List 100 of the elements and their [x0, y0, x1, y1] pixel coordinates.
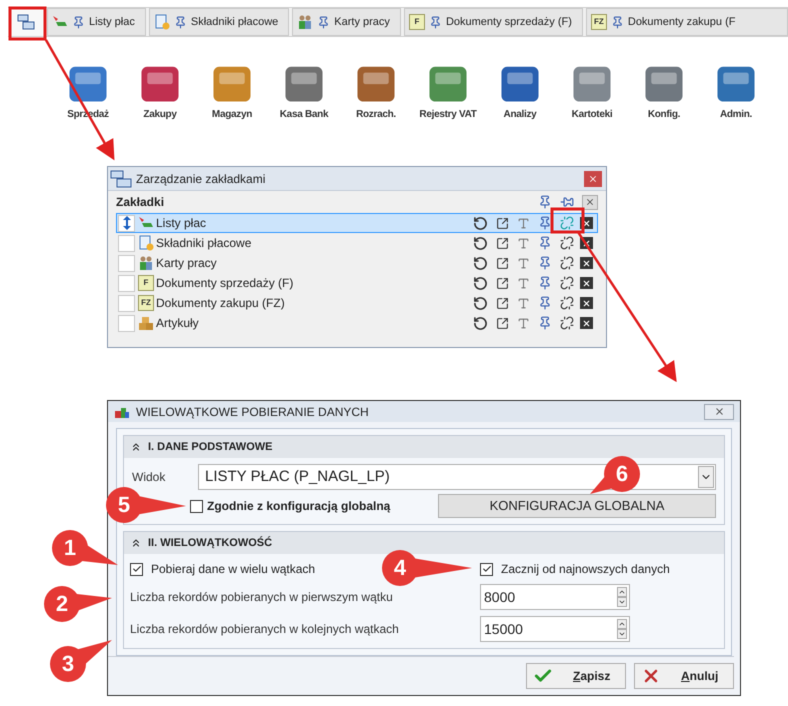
highlight-frame [550, 208, 584, 234]
number-field[interactable]: 8000 [480, 584, 630, 610]
bookmark-row[interactable]: F Dokumenty sprzedaży (F) [116, 273, 598, 293]
refresh-icon[interactable] [473, 236, 488, 250]
window-icon[interactable] [496, 256, 509, 270]
bookmark-label: Listy płac [156, 215, 208, 232]
number-field[interactable]: 15000 [480, 616, 630, 642]
remove-button[interactable] [580, 277, 593, 289]
callout-marker [50, 640, 112, 682]
refresh-icon[interactable] [473, 316, 488, 330]
letter-icon: FZ [590, 14, 607, 30]
checkbox[interactable] [130, 562, 143, 576]
font-icon[interactable] [517, 296, 530, 310]
spin-up-icon[interactable] [617, 587, 627, 597]
module-label[interactable]: Analizy [504, 107, 536, 122]
global-config-button[interactable]: KONFIGURACJA GLOBALNA [438, 494, 716, 518]
window-title: Zarządzanie zakładkami [136, 170, 266, 188]
bookmark-label: Składniki płacowe [156, 235, 252, 252]
spin-down-icon[interactable] [617, 629, 627, 639]
tab[interactable]: Karty pracy [292, 8, 401, 36]
font-icon[interactable] [517, 216, 530, 230]
pin-icon[interactable] [538, 236, 552, 250]
unlink-icon[interactable] [560, 236, 574, 250]
refresh-icon[interactable] [473, 296, 488, 310]
tab[interactable]: Składniki płacowe [148, 8, 290, 36]
font-icon[interactable] [517, 256, 530, 270]
spin-up-icon[interactable] [617, 619, 627, 629]
pin-icon [174, 16, 187, 28]
checkbox-label: Zacznij od najnowszych danych [501, 561, 670, 578]
window-icon[interactable] [496, 316, 509, 330]
unlink-icon[interactable] [560, 256, 574, 270]
spin-down-icon[interactable] [617, 597, 627, 607]
bookmark-label: Dokumenty sprzedaży (F) [156, 275, 294, 292]
save-button[interactable]: Zapisz [526, 663, 626, 689]
module-label[interactable]: Zakupy [143, 107, 177, 122]
pin-icon[interactable] [538, 216, 552, 230]
window-icon[interactable] [496, 296, 509, 310]
bookmark-row[interactable]: FZ Dokumenty zakupu (FZ) [116, 293, 598, 313]
window-icon[interactable] [496, 276, 509, 290]
remove-button[interactable] [580, 257, 593, 269]
remove-button[interactable] [580, 317, 593, 329]
close-all-button[interactable] [582, 194, 598, 210]
section-header[interactable]: II. WIELOWĄTKOWOŚĆ [124, 532, 724, 554]
bookmark-row[interactable]: Karty pracy [116, 253, 598, 273]
section-heading: Zakładki [116, 194, 166, 211]
font-icon[interactable] [517, 276, 530, 290]
highlight-frame [8, 6, 46, 40]
refresh-icon[interactable] [473, 256, 488, 270]
remove-button[interactable] [580, 297, 593, 309]
bookmark-row[interactable]: Artykuły [116, 313, 598, 333]
pin-icon[interactable] [538, 276, 552, 290]
unlink-icon[interactable] [560, 296, 574, 310]
close-icon [582, 318, 591, 328]
close-button[interactable] [584, 170, 602, 186]
tab[interactable]: Listy płac [47, 8, 146, 36]
unlink-icon[interactable] [560, 316, 574, 330]
refresh-icon[interactable] [473, 276, 488, 290]
letter-icon: F [138, 275, 154, 291]
close-icon [585, 197, 595, 207]
close-icon [582, 258, 591, 268]
refresh-icon[interactable] [473, 216, 488, 230]
module-label[interactable]: Kartoteki [572, 107, 612, 122]
cancel-button[interactable]: Anuluj [634, 663, 734, 689]
module-label[interactable]: Konfig. [648, 107, 680, 122]
module-label[interactable]: Kasa Bank [280, 107, 328, 122]
field-label: Liczba rekordów pobieranych w kolejnych wątkach [130, 621, 400, 638]
checkbox[interactable] [190, 500, 203, 512]
window-icon[interactable] [496, 236, 509, 250]
check-icon [132, 564, 142, 574]
bookmark-row[interactable]: Składniki płacowe [116, 233, 598, 253]
section-header[interactable]: I. DANE PODSTAWOWE [124, 436, 724, 458]
callout-number: 2 [54, 593, 70, 615]
close-icon [582, 298, 591, 308]
unlink-icon[interactable] [560, 276, 574, 290]
module-label[interactable]: Admin. [720, 107, 752, 122]
module-label[interactable]: Rozrach. [356, 107, 396, 122]
module-label[interactable]: Magazyn [212, 107, 252, 122]
pin-icon[interactable] [538, 316, 552, 330]
font-icon[interactable] [517, 316, 530, 330]
checkbox[interactable] [480, 562, 493, 576]
bookmark-row[interactable]: Listy płac [116, 213, 598, 233]
pin-icon[interactable] [538, 195, 552, 209]
module-label[interactable]: Rejestry VAT [419, 107, 477, 122]
tab[interactable]: FZ Dokumenty zakupu (F [586, 8, 788, 36]
font-icon[interactable] [517, 236, 530, 250]
checkbox-label: Pobieraj dane w wielu wątkach [151, 561, 316, 578]
pin-icon[interactable] [538, 256, 552, 270]
pin-icon[interactable] [538, 296, 552, 310]
close-icon [588, 174, 598, 184]
window-title: WIELOWĄTKOWE POBIERANIE DANYCH [136, 404, 370, 420]
windows-icon [17, 14, 35, 30]
pin-icon [428, 16, 442, 28]
collapse-icon [130, 441, 142, 453]
pin-icon[interactable] [560, 195, 574, 209]
tab[interactable]: F Dokumenty sprzedaży (F) [404, 8, 583, 36]
vertical-arrows-icon [122, 216, 130, 230]
section-title: II. WIELOWĄTKOWOŚĆ [148, 535, 272, 551]
close-button[interactable] [704, 404, 734, 420]
boxes-icon [138, 315, 154, 331]
window-icon[interactable] [496, 216, 509, 230]
